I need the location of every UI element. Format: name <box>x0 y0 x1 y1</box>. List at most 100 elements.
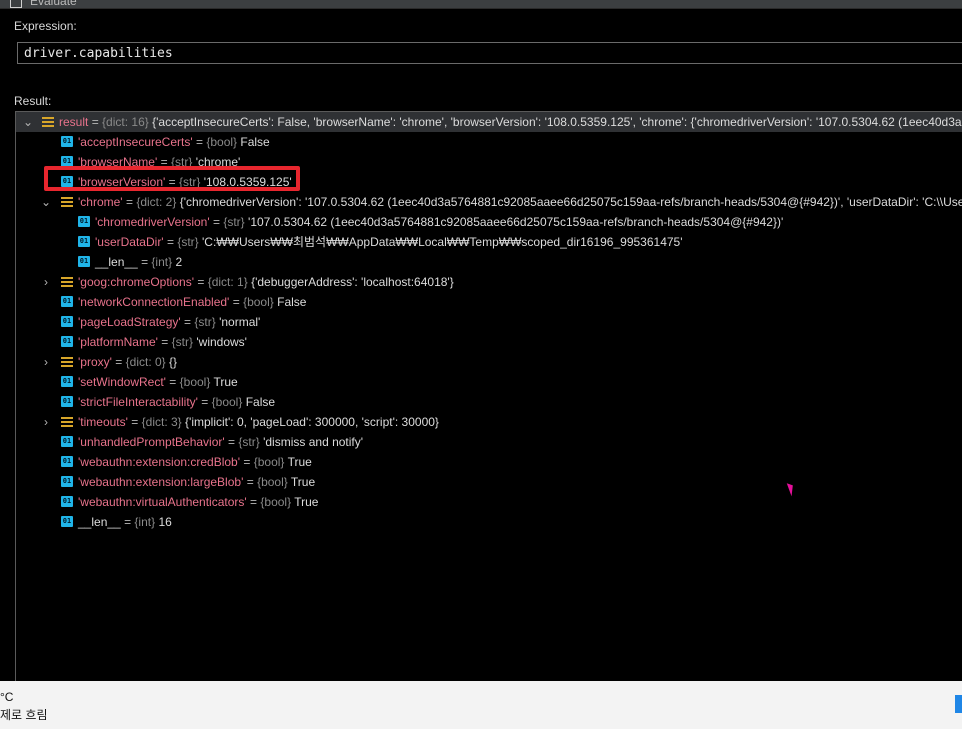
tree-row[interactable]: 01 'webauthn:virtualAuthenticators' = {b… <box>16 492 962 512</box>
scalar-icon: 01 <box>61 136 73 147</box>
row-type: {dict: 1} <box>207 275 248 289</box>
dict-icon <box>42 116 54 127</box>
row-value: {'chromedriverVersion': '107.0.5304.62 (… <box>179 195 962 209</box>
tree-row-chrome[interactable]: ⌄ 'chrome' = {dict: 2} {'chromedriverVer… <box>16 192 962 212</box>
tree-row[interactable]: 01 'chromedriverVersion' = {str} '107.0.… <box>16 212 962 232</box>
row-type: {dict: 0} <box>125 355 166 369</box>
row-type: {dict: 2} <box>136 195 177 209</box>
row-key: 'unhandledPromptBehavior' <box>78 435 225 449</box>
row-key: 'userDataDir' <box>95 235 164 249</box>
row-type: {str} <box>223 215 245 229</box>
row-type: {int} <box>151 255 173 269</box>
row-value: {'acceptInsecureCerts': False, 'browserN… <box>152 115 962 129</box>
weather-description[interactable]: 제로 흐림 <box>0 706 48 723</box>
tree-row[interactable]: 01 'acceptInsecureCerts' = {bool} False <box>16 132 962 152</box>
row-type: {bool} <box>253 455 285 469</box>
result-label: Result: <box>14 94 52 108</box>
row-key: 'networkConnectionEnabled' <box>78 295 230 309</box>
scalar-icon: 01 <box>61 516 73 527</box>
row-value: False <box>245 395 276 409</box>
row-value: 2 <box>175 255 183 269</box>
tree-row[interactable]: 01 'userDataDir' = {str} 'C:₩₩Users₩₩최범석… <box>16 232 962 252</box>
expression-input[interactable] <box>18 43 962 63</box>
chevron-right-icon[interactable]: › <box>40 412 52 432</box>
tree-row[interactable]: 01 'webauthn:extension:largeBlob' = {boo… <box>16 472 962 492</box>
scalar-icon: 01 <box>61 496 73 507</box>
row-value: 'windows' <box>196 335 247 349</box>
scalar-icon: 01 <box>61 336 73 347</box>
tree-row[interactable]: 01 'pageLoadStrategy' = {str} 'normal' <box>16 312 962 332</box>
row-key: 'pageLoadStrategy' <box>78 315 181 329</box>
row-value: True <box>294 495 319 509</box>
row-type: {str} <box>177 235 199 249</box>
tree-row[interactable]: › 'timeouts' = {dict: 3} {'implicit': 0,… <box>16 412 962 432</box>
dict-icon <box>61 196 73 207</box>
weather-temperature[interactable]: °C <box>0 690 13 704</box>
row-key: 'webauthn:extension:largeBlob' <box>78 475 244 489</box>
row-value: 'dismiss and notify' <box>263 435 364 449</box>
row-type: {bool} <box>260 495 292 509</box>
expression-field[interactable] <box>17 42 962 64</box>
tree-row[interactable]: › 'goog:chromeOptions' = {dict: 1} {'deb… <box>16 272 962 292</box>
row-value: 16 <box>158 515 172 529</box>
scalar-icon: 01 <box>61 436 73 447</box>
tree-row[interactable]: 01 'strictFileInteractability' = {bool} … <box>16 392 962 412</box>
window-icon <box>10 0 22 8</box>
scalar-icon: 01 <box>61 296 73 307</box>
row-key: 'platformName' <box>78 335 158 349</box>
row-key: 'webauthn:virtualAuthenticators' <box>78 495 247 509</box>
row-type: {dict: 3} <box>141 415 182 429</box>
windows-taskbar: °C 제로 흐림 <box>0 681 962 729</box>
chevron-down-icon[interactable]: ⌄ <box>22 112 34 132</box>
row-type: {bool} <box>211 395 243 409</box>
row-key: 'chromedriverVersion' <box>95 215 210 229</box>
scalar-icon: 01 <box>78 236 90 247</box>
row-value: '107.0.5304.62 (1eec40d3a5764881c92085aa… <box>248 215 784 229</box>
window-titlebar: Evaluate <box>0 0 962 9</box>
row-value: True <box>290 475 316 489</box>
dict-icon <box>61 416 73 427</box>
row-value: {} <box>169 355 178 369</box>
scalar-icon: 01 <box>78 256 90 267</box>
result-tree[interactable]: ⌄ result = {dict: 16} {'acceptInsecureCe… <box>15 111 962 682</box>
row-type: {dict: 16} <box>102 115 149 129</box>
tree-row-result[interactable]: ⌄ result = {dict: 16} {'acceptInsecureCe… <box>16 112 962 132</box>
row-type: {str} <box>194 315 216 329</box>
tree-row[interactable]: 01 'setWindowRect' = {bool} True <box>16 372 962 392</box>
scalar-icon: 01 <box>78 216 90 227</box>
row-key: __len__ <box>95 255 138 269</box>
row-type: {bool} <box>243 295 274 309</box>
dict-icon <box>61 356 73 367</box>
start-button-icon[interactable] <box>955 695 962 713</box>
annotation-highlight-box <box>44 166 300 191</box>
row-type: {str} <box>171 335 194 349</box>
chevron-right-icon[interactable]: › <box>40 272 52 292</box>
row-type: {bool} <box>179 375 211 389</box>
row-value: True <box>213 375 238 389</box>
row-key: __len__ <box>78 515 121 529</box>
row-value: {'debuggerAddress': 'localhost:64018'} <box>251 275 454 289</box>
tree-row[interactable]: 01 'unhandledPromptBehavior' = {str} 'di… <box>16 432 962 452</box>
tree-row[interactable]: 01 'platformName' = {str} 'windows' <box>16 332 962 352</box>
chevron-down-icon[interactable]: ⌄ <box>40 192 52 212</box>
tree-row[interactable]: 01 'networkConnectionEnabled' = {bool} F… <box>16 292 962 312</box>
scalar-icon: 01 <box>61 456 73 467</box>
scalar-icon: 01 <box>61 316 73 327</box>
tree-row[interactable]: 01 __len__ = {int} 2 <box>16 252 962 272</box>
row-key: 'timeouts' <box>78 415 128 429</box>
tree-row[interactable]: 01 __len__ = {int} 16 <box>16 512 962 532</box>
chevron-right-icon[interactable]: › <box>40 352 52 372</box>
row-value: False <box>277 295 307 309</box>
scalar-icon: 01 <box>61 376 73 387</box>
tree-row[interactable]: › 'proxy' = {dict: 0} {} <box>16 352 962 372</box>
row-key: 'proxy' <box>78 355 112 369</box>
row-type: {bool} <box>206 135 238 149</box>
row-key: 'webauthn:extension:credBlob' <box>78 455 241 469</box>
row-type: {bool} <box>257 475 288 489</box>
row-value: {'implicit': 0, 'pageLoad': 300000, 'scr… <box>185 415 439 429</box>
expression-label: Expression: <box>14 19 77 33</box>
row-key: 'acceptInsecureCerts' <box>78 135 193 149</box>
scalar-icon: 01 <box>61 476 73 487</box>
row-value: 'C:₩₩Users₩₩최범석₩₩AppData₩₩Local₩₩Temp₩₩s… <box>202 235 683 249</box>
tree-row[interactable]: 01 'webauthn:extension:credBlob' = {bool… <box>16 452 962 472</box>
